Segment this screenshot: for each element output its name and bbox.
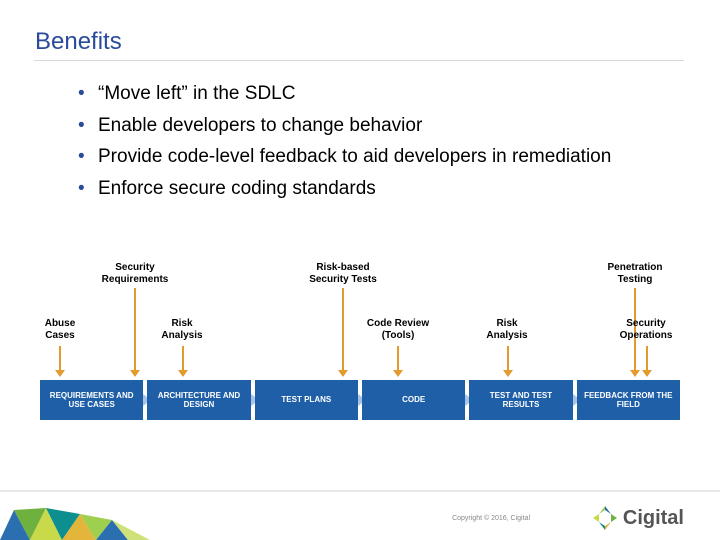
- arrow-down-icon: [55, 346, 65, 377]
- bullet-list: “Move left” in the SDLC Enable developer…: [78, 80, 668, 206]
- logo-mark-icon: [591, 504, 619, 532]
- touchpoint-row-mid: Abuse Cases Risk Analysis Code Review (T…: [40, 318, 680, 352]
- phase-row: REQUIREMENTS AND USE CASES ARCHITECTURE …: [40, 380, 680, 420]
- touchpoint-label: Security Operations: [615, 318, 677, 341]
- footer-decoration-icon: [0, 480, 170, 540]
- copyright-text: Copyright © 2016, Cigital: [452, 515, 530, 522]
- touchpoint-row-top: Security Requirements Risk-based Securit…: [40, 262, 680, 302]
- slide: Benefits “Move left” in the SDLC Enable …: [0, 0, 720, 540]
- bullet-item: Provide code-level feedback to aid devel…: [78, 143, 668, 171]
- arrow-down-icon: [642, 346, 652, 377]
- touchpoint-label: Code Review (Tools): [360, 318, 436, 341]
- brand-logo: Cigital: [591, 504, 684, 532]
- phase-box: ARCHITECTURE AND DESIGN: [147, 380, 250, 420]
- arrow-down-icon: [178, 346, 188, 377]
- arrow-down-icon: [503, 346, 513, 377]
- sdlc-diagram: Security Requirements Risk-based Securit…: [40, 262, 680, 432]
- title-underline: [34, 60, 684, 61]
- touchpoint-label: Abuse Cases: [35, 318, 85, 341]
- bullet-item: Enforce secure coding standards: [78, 175, 668, 203]
- phase-box: TEST AND TEST RESULTS: [469, 380, 572, 420]
- touchpoint-label: Risk Analysis: [480, 318, 534, 341]
- touchpoint-label: Penetration Testing: [595, 262, 675, 285]
- phase-box: REQUIREMENTS AND USE CASES: [40, 380, 143, 420]
- touchpoint-label: Risk Analysis: [155, 318, 209, 341]
- phase-box: TEST PLANS: [255, 380, 358, 420]
- bullet-item: Enable developers to change behavior: [78, 112, 668, 140]
- touchpoint-label: Security Requirements: [95, 262, 175, 285]
- slide-title: Benefits: [35, 28, 122, 56]
- phase-box: FEEDBACK FROM THE FIELD: [577, 380, 680, 420]
- touchpoint-label: Risk-based Security Tests: [298, 262, 388, 285]
- bullet-item: “Move left” in the SDLC: [78, 80, 668, 108]
- phase-box: CODE: [362, 380, 465, 420]
- arrow-down-icon: [393, 346, 403, 377]
- brand-name: Cigital: [623, 507, 684, 530]
